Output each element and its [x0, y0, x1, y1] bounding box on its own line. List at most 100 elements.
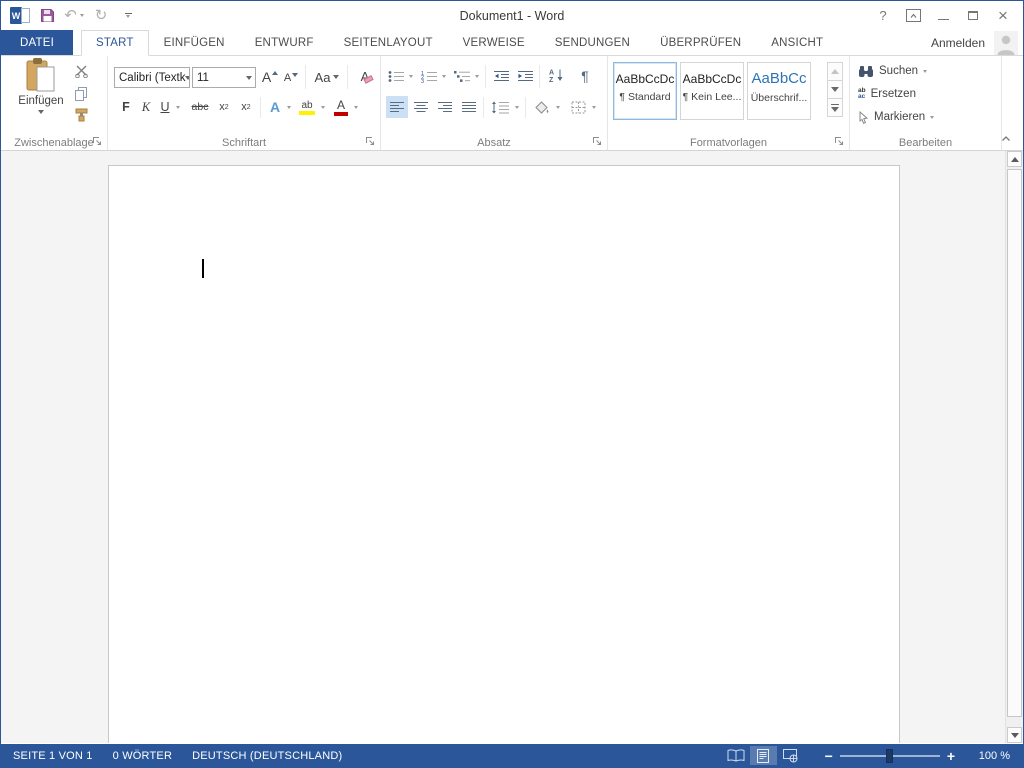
tab-einfuegen[interactable]: EINFÜGEN [149, 30, 240, 55]
document-page[interactable] [108, 165, 900, 743]
tab-entwurf[interactable]: ENTWURF [240, 30, 329, 55]
numbering-dropdown[interactable] [439, 66, 449, 86]
italic-button[interactable]: K [137, 96, 155, 118]
read-mode-button[interactable] [723, 746, 750, 765]
font-dialog-launcher[interactable] [365, 136, 376, 147]
shading-icon [534, 101, 550, 114]
collapse-ribbon-button[interactable] [997, 131, 1015, 145]
zoom-percentage[interactable]: 100 % [970, 750, 1010, 762]
tab-ansicht[interactable]: ANSICHT [756, 30, 838, 55]
align-center-button[interactable] [410, 96, 432, 118]
sort-icon: AZ [548, 68, 564, 83]
vertical-scrollbar[interactable] [1005, 151, 1023, 743]
text-effects-button[interactable]: A [266, 95, 284, 118]
justify-button[interactable] [458, 96, 480, 118]
word-count[interactable]: 0 WÖRTER [113, 750, 172, 762]
copy-button[interactable] [69, 84, 93, 102]
decrease-indent-button[interactable] [490, 66, 512, 86]
superscript-button[interactable]: x2 [236, 96, 256, 118]
clipboard-dialog-launcher[interactable] [92, 136, 103, 147]
scroll-down-button[interactable] [1007, 727, 1022, 743]
print-layout-button[interactable] [750, 746, 777, 765]
show-paragraph-marks-button[interactable]: ¶ [575, 64, 595, 87]
select-dropdown-icon [930, 116, 934, 119]
find-button[interactable]: Suchen [858, 61, 927, 81]
undo-button[interactable]: ↶ [62, 4, 86, 28]
styles-scroll-down-button[interactable] [827, 80, 843, 99]
zoom-in-button[interactable]: + [940, 748, 962, 764]
sign-in-link[interactable]: Anmelden [931, 30, 994, 55]
clear-formatting-button[interactable]: A [353, 65, 377, 88]
word-logo-icon[interactable]: W [8, 4, 32, 28]
style-standard[interactable]: AaBbCcDc ¶ Standard [613, 62, 677, 120]
tab-seitenlayout[interactable]: SEITENLAYOUT [329, 30, 448, 55]
zoom-out-button[interactable]: − [818, 748, 840, 764]
tab-start[interactable]: START [81, 30, 149, 56]
font-color-dropdown[interactable] [351, 96, 361, 118]
web-layout-button[interactable] [777, 746, 804, 765]
shading-button[interactable] [531, 96, 553, 118]
bold-button[interactable]: F [117, 96, 135, 118]
multilevel-dropdown[interactable] [472, 66, 482, 86]
tab-datei[interactable]: DATEI [1, 30, 73, 55]
maximize-button[interactable] [958, 3, 988, 28]
styles-scroll-up-button[interactable] [827, 62, 843, 81]
scroll-up-button[interactable] [1007, 151, 1022, 167]
bullets-dropdown[interactable] [406, 66, 416, 86]
bullets-button[interactable] [386, 66, 406, 86]
minimize-button[interactable] [928, 3, 958, 28]
line-spacing-dropdown[interactable] [512, 96, 522, 118]
styles-gallery-more-button[interactable] [827, 98, 843, 117]
customize-qat-icon [125, 13, 132, 18]
help-button[interactable]: ? [868, 3, 898, 28]
numbering-button[interactable]: 123 [419, 66, 439, 86]
font-name-select[interactable]: Calibri (Textk [114, 67, 190, 88]
customize-qat-button[interactable] [116, 4, 140, 28]
underline-button[interactable]: U [157, 96, 173, 118]
scrollbar-thumb[interactable] [1007, 169, 1022, 717]
style-kein-leerraum[interactable]: AaBbCcDc ¶ Kein Lee... [680, 62, 744, 120]
redo-button[interactable]: ↻ [89, 4, 113, 28]
multilevel-list-button[interactable] [452, 66, 472, 86]
subscript-button[interactable]: x2 [214, 96, 234, 118]
borders-dropdown[interactable] [589, 96, 599, 118]
highlight-color-button[interactable]: ab [297, 95, 317, 119]
language-indicator[interactable]: DEUTSCH (DEUTSCHLAND) [192, 750, 342, 762]
sort-button[interactable]: AZ [544, 64, 568, 87]
word-logo-page [21, 8, 30, 23]
close-button[interactable]: × [988, 3, 1018, 28]
paragraph-dialog-launcher[interactable] [592, 136, 603, 147]
style-ueberschrift-1[interactable]: AaBbCc Überschrif... [747, 62, 811, 120]
select-button[interactable]: Markieren [858, 107, 934, 127]
shrink-font-button[interactable]: A [281, 68, 301, 88]
text-effects-dropdown[interactable] [284, 96, 294, 118]
highlight-dropdown[interactable] [318, 96, 328, 118]
strikethrough-button[interactable]: abc [188, 96, 212, 118]
font-color-button[interactable]: A [332, 95, 350, 119]
cut-button[interactable] [69, 62, 93, 80]
tab-verweise[interactable]: VERWEISE [448, 30, 540, 55]
save-button[interactable] [35, 4, 59, 28]
page-indicator[interactable]: SEITE 1 VON 1 [13, 750, 93, 762]
tab-sendungen[interactable]: SENDUNGEN [540, 30, 645, 55]
borders-button[interactable] [567, 96, 589, 118]
ribbon-display-options-button[interactable] [898, 3, 928, 28]
zoom-slider[interactable] [840, 746, 940, 765]
zoom-slider-thumb[interactable] [886, 749, 893, 763]
align-left-button[interactable] [386, 96, 408, 118]
format-painter-button[interactable] [69, 106, 93, 124]
document-area [1, 151, 1023, 743]
tab-ueberpruefen[interactable]: ÜBERPRÜFEN [645, 30, 756, 55]
grow-font-button[interactable]: A [259, 66, 281, 88]
underline-dropdown[interactable] [173, 96, 183, 118]
replace-button[interactable]: ab ac Ersetzen [858, 84, 916, 104]
user-avatar[interactable] [994, 31, 1018, 55]
paste-button[interactable]: Einfügen [13, 58, 69, 131]
change-case-button[interactable]: Aa [311, 66, 343, 88]
line-spacing-button[interactable] [488, 96, 512, 118]
align-right-button[interactable] [434, 96, 456, 118]
increase-indent-button[interactable] [514, 66, 536, 86]
shading-dropdown[interactable] [553, 96, 563, 118]
styles-dialog-launcher[interactable] [834, 136, 845, 147]
font-size-select[interactable]: 11 [192, 67, 256, 88]
